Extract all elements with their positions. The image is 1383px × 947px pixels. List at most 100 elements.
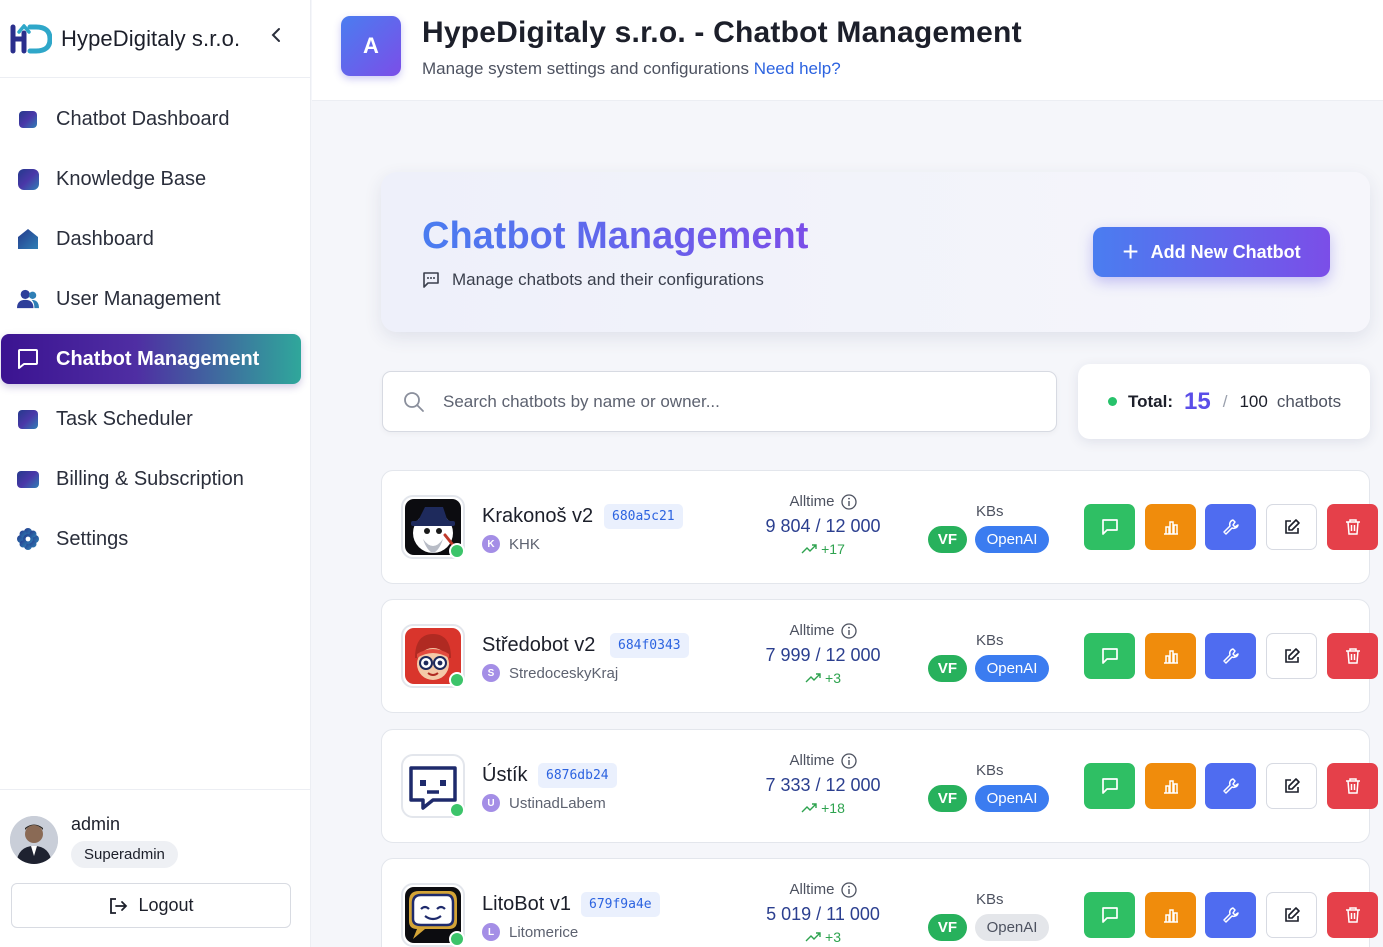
users-icon <box>17 288 39 310</box>
chat-button[interactable] <box>1084 763 1135 809</box>
sidebar-item-label: Billing & Subscription <box>56 467 244 490</box>
trend-value: +18 <box>821 800 845 816</box>
user-name: admin <box>71 814 121 834</box>
wrench-icon <box>1222 778 1239 794</box>
delete-button[interactable] <box>1327 892 1378 938</box>
total-label: Total: <box>1128 391 1174 411</box>
bot-name: LitoBot v1 <box>482 893 571 915</box>
chatbot-card: Krakonoš v2 680a5c21 K KHK Alltime 9 804… <box>381 470 1378 584</box>
bot-owner: K KHK <box>482 535 540 553</box>
stats-button[interactable] <box>1145 892 1196 938</box>
alltime-label: Alltime <box>789 493 835 510</box>
bar-chart-icon <box>1163 780 1178 794</box>
chatbot-card: Středobot v2 684f0343 S StredoceskyKraj … <box>381 599 1378 713</box>
online-indicator <box>449 931 465 947</box>
edit-button[interactable] <box>1266 892 1317 938</box>
plus-icon: + <box>1122 236 1139 267</box>
owner-name: UstinadLabem <box>509 794 606 812</box>
bot-avatar[interactable] <box>401 495 465 559</box>
help-link[interactable]: Need help? <box>754 59 841 78</box>
hero-subtitle-text: Manage chatbots and their configurations <box>452 270 764 289</box>
sidebar-item-chatbot-management[interactable]: Chatbot Management <box>1 334 301 384</box>
info-icon[interactable] <box>840 622 857 639</box>
avatar[interactable] <box>10 816 58 864</box>
delete-button[interactable] <box>1327 633 1378 679</box>
hero-subtitle: Manage chatbots and their configurations <box>422 270 764 290</box>
edit-icon <box>1284 648 1300 663</box>
hero-title: Chatbot Management <box>422 215 809 257</box>
edit-button[interactable] <box>1266 763 1317 809</box>
sidebar-item-user-management[interactable]: User Management <box>0 274 311 324</box>
delete-button[interactable] <box>1327 504 1378 550</box>
bot-avatar[interactable] <box>401 624 465 688</box>
chatbot-card: Ústík 6876db24 U UstinadLabem Alltime 7 … <box>381 729 1378 843</box>
kb-badge-openai: OpenAI <box>975 914 1049 941</box>
kb-badge-openai: OpenAI <box>975 655 1049 682</box>
info-icon[interactable] <box>840 493 857 510</box>
brand: HypeDigitaly s.r.o. <box>0 0 310 78</box>
bot-avatar[interactable] <box>401 883 465 947</box>
trash-icon <box>1345 648 1360 664</box>
kb-badge-vf: VF <box>928 914 967 941</box>
kb-badge-vf: VF <box>928 785 967 812</box>
info-icon[interactable] <box>840 752 857 769</box>
status-dot <box>1108 397 1117 406</box>
sidebar-item-dashboard[interactable]: Dashboard <box>0 214 311 264</box>
sidebar-item-label: User Management <box>56 287 221 310</box>
total-separator: / <box>1222 391 1228 411</box>
org-avatar: A <box>341 16 401 76</box>
sidebar-item-knowledge-base[interactable]: Knowledge Base <box>0 154 311 204</box>
sidebar-item-chatbot-dashboard[interactable]: Chatbot Dashboard <box>0 94 311 144</box>
sidebar-item-settings[interactable]: Settings <box>0 514 311 564</box>
chevron-left-icon <box>271 28 280 42</box>
chat-button[interactable] <box>1084 633 1135 679</box>
add-chatbot-button[interactable]: + Add New Chatbot <box>1093 227 1330 277</box>
trend-up-icon <box>801 803 817 813</box>
alltime-usage: Alltime 7 999 / 12 000 +3 <box>752 622 894 686</box>
chat-icon <box>1101 907 1118 923</box>
kbs-label: KBs <box>976 632 1004 649</box>
chat-button[interactable] <box>1084 892 1135 938</box>
brand-logo-icon <box>10 23 52 53</box>
task-scheduler-icon <box>17 408 39 430</box>
alltime-value: 5 019 / 11 000 <box>766 904 880 924</box>
kbs-label: KBs <box>976 891 1004 908</box>
alltime-label: Alltime <box>789 622 835 639</box>
sidebar-item-label: Chatbot Dashboard <box>56 107 230 130</box>
sidebar-item-label: Chatbot Management <box>56 347 260 370</box>
stats-button[interactable] <box>1145 633 1196 679</box>
logout-button[interactable]: Logout <box>11 883 291 928</box>
bot-id-badge: 679f9a4e <box>581 892 660 917</box>
configure-button[interactable] <box>1205 504 1256 550</box>
stats-button[interactable] <box>1145 504 1196 550</box>
collapse-sidebar-button[interactable] <box>266 24 286 46</box>
delete-button[interactable] <box>1327 763 1378 809</box>
chat-button[interactable] <box>1084 504 1135 550</box>
owner-initial: L <box>482 923 500 941</box>
owner-name: KHK <box>509 535 540 553</box>
bar-chart-icon <box>1163 650 1178 664</box>
sidebar-item-billing[interactable]: Billing & Subscription <box>0 454 311 504</box>
edit-button[interactable] <box>1266 633 1317 679</box>
online-indicator <box>449 672 465 688</box>
alltime-label: Alltime <box>789 881 835 898</box>
bot-name: Ústík <box>482 764 528 786</box>
edit-button[interactable] <box>1266 504 1317 550</box>
bot-avatar[interactable] <box>401 754 465 818</box>
chat-icon <box>1101 519 1118 535</box>
configure-button[interactable] <box>1205 633 1256 679</box>
bot-id-badge: 684f0343 <box>610 633 689 658</box>
configure-button[interactable] <box>1205 892 1256 938</box>
stats-button[interactable] <box>1145 763 1196 809</box>
sidebar-nav: Chatbot Dashboard Knowledge Base Dashboa… <box>0 94 311 574</box>
brand-name: HypeDigitaly s.r.o. <box>61 25 241 51</box>
sidebar-item-task-scheduler[interactable]: Task Scheduler <box>0 394 311 444</box>
trash-icon <box>1345 519 1360 535</box>
info-icon[interactable] <box>840 881 857 898</box>
configure-button[interactable] <box>1205 763 1256 809</box>
trend-up-icon <box>805 932 821 942</box>
search-box <box>382 371 1057 432</box>
edit-icon <box>1284 778 1300 793</box>
search-input[interactable] <box>443 372 1043 431</box>
sidebar-item-label: Knowledge Base <box>56 167 207 190</box>
